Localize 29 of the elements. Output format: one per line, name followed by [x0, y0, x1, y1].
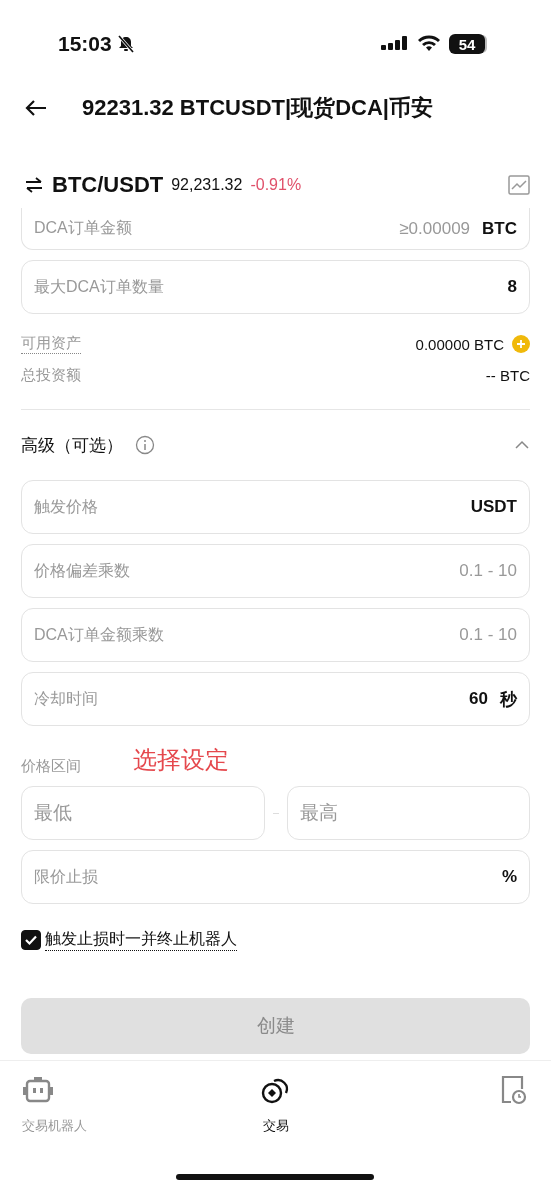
balance-value: -- BTC [485, 367, 530, 384]
checkbox-label[interactable]: 触发止损时一并终止机器人 [45, 929, 237, 951]
battery-indicator: 54 [449, 34, 485, 54]
input-field[interactable]: 最大DCA订单数量 8 [21, 260, 530, 314]
input-field[interactable]: 触发价格 USDT [21, 480, 530, 534]
balance-label: 总投资额 [21, 366, 81, 385]
input-field[interactable]: DCA订单金额 ≥0.00009 BTC [21, 208, 530, 250]
back-arrow-icon[interactable] [24, 98, 48, 118]
info-icon[interactable] [135, 435, 155, 455]
signal-icon [381, 35, 409, 53]
pair-symbol[interactable]: BTC/USDT [52, 172, 164, 198]
caret-icon[interactable] [514, 440, 530, 450]
status-time: 15:03 [58, 32, 112, 56]
input-field[interactable]: 冷却时间 60 秒 [21, 672, 530, 726]
nav-tab[interactable]: 交易 [230, 1075, 321, 1160]
pair-price: 92,231.32 [171, 176, 243, 194]
chart-icon[interactable] [508, 175, 530, 195]
add-icon[interactable] [512, 335, 530, 353]
bell-muted-icon [115, 34, 136, 54]
section-title: 高级（可选） [21, 434, 123, 457]
swap-icon[interactable] [24, 177, 44, 193]
page-title: 92231.32 BTCUSDT|现货DCA|币安 [82, 94, 433, 122]
annotation-text: 选择设定 [133, 745, 229, 775]
stop-loss-field[interactable]: 限价止损 % [21, 850, 530, 904]
field-label: 价格区间 [21, 757, 81, 776]
checkbox[interactable] [21, 930, 41, 950]
wifi-icon [417, 35, 441, 53]
price-change: -0.91% [250, 176, 302, 194]
balance-value: 0.00000 BTC [415, 335, 504, 353]
